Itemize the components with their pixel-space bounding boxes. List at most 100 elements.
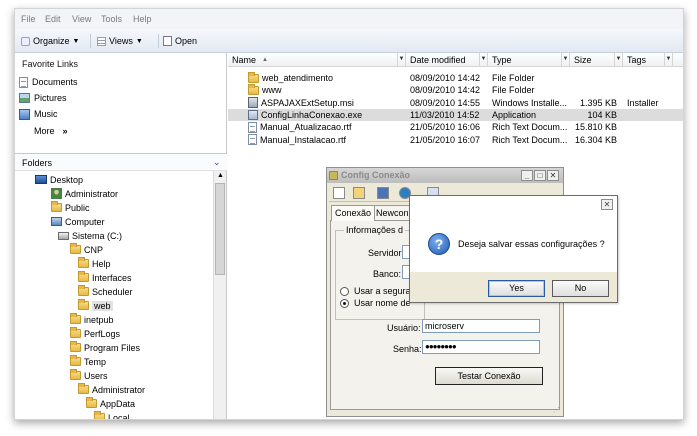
pictures-icon — [19, 93, 30, 103]
banco-label: Banco: — [373, 269, 402, 279]
favorite-documents[interactable]: Documents — [19, 75, 78, 89]
tree-item[interactable]: PerfLogs — [70, 327, 120, 340]
column-type[interactable]: Type ▼ — [488, 53, 570, 67]
column-size[interactable]: Size ▼ — [570, 53, 623, 67]
document-icon — [248, 121, 257, 133]
test-connection-button[interactable]: Testar Conexão — [435, 367, 543, 385]
tree-item[interactable]: Desktop — [35, 173, 83, 186]
file-tags: Installer — [627, 97, 659, 108]
menu-view[interactable]: View — [72, 14, 91, 24]
radio-sql-auth[interactable] — [340, 299, 349, 308]
close-button[interactable]: ✕ — [547, 170, 559, 181]
tree-item-label: Local — [108, 412, 130, 420]
folder-icon — [70, 313, 81, 324]
more-links[interactable]: More » — [34, 124, 68, 138]
column-date[interactable]: Date modified ▼ — [406, 53, 488, 67]
folder-icon — [70, 341, 81, 352]
tree-item-label: Interfaces — [92, 272, 132, 283]
file-row[interactable]: Manual_Instalacao.rtf 21/05/2010 16:07 Ric… — [228, 134, 683, 146]
open-button[interactable]: Open — [163, 34, 197, 48]
tree-item-label: AppData — [100, 398, 136, 409]
chevron-down-icon: ⌄ — [213, 157, 221, 167]
menu-bar: File Edit View Tools Help — [15, 9, 683, 29]
organize-button[interactable]: Organize ▼ — [21, 34, 79, 48]
chevron-down-icon: ▼ — [72, 37, 80, 45]
folders-header[interactable]: Folders ⌄ — [15, 153, 227, 171]
save-icon[interactable] — [377, 187, 389, 199]
menu-tools[interactable]: Tools — [101, 14, 122, 24]
favorite-label: Pictures — [34, 93, 67, 103]
tree-item[interactable]: Help — [78, 257, 111, 270]
file-name: ConfigLinhaConexao.exe — [261, 109, 363, 120]
column-dropdown-icon[interactable]: ▼ — [397, 53, 405, 66]
yes-button[interactable]: Yes — [488, 280, 545, 297]
column-label: Size — [574, 55, 592, 65]
file-date: 08/09/2010 14:55 — [410, 97, 481, 108]
tree-item[interactable]: Scheduler — [78, 285, 133, 298]
tree-item[interactable]: web — [78, 299, 113, 312]
views-button[interactable]: Views ▼ — [97, 34, 143, 48]
favorite-music[interactable]: Music — [19, 107, 58, 121]
menu-file[interactable]: File — [21, 14, 36, 24]
tree-item-label: Scheduler — [92, 286, 133, 297]
senha-field[interactable]: ●●●●●●●● — [422, 340, 540, 354]
user-icon — [51, 188, 62, 199]
file-row[interactable]: www 08/09/2010 14:42 File Folder — [228, 83, 683, 96]
new-icon[interactable] — [333, 187, 345, 199]
usuario-field[interactable]: microserv — [422, 319, 540, 333]
minimize-button[interactable]: _ — [521, 170, 533, 181]
tree-item[interactable]: Temp — [70, 355, 106, 368]
views-label: Views — [109, 36, 133, 46]
column-name[interactable]: Name ▲ ▼ — [228, 53, 406, 67]
tree-item[interactable]: Public — [51, 201, 90, 214]
folder-icon — [70, 355, 81, 366]
folder-icon — [78, 271, 89, 282]
column-dropdown-icon[interactable]: ▼ — [479, 53, 487, 66]
tree-item[interactable]: Computer — [51, 215, 105, 228]
menu-edit[interactable]: Edit — [45, 14, 61, 24]
tree-item[interactable]: AppData — [86, 397, 135, 410]
file-row[interactable]: ASPAJAXExtSetup.msi 08/09/2010 14:55 Windo… — [228, 97, 683, 109]
tree-item-label: Users — [84, 370, 108, 381]
radio-windows-auth[interactable] — [340, 287, 349, 296]
file-name: Manual_Atualizacao.rtf — [260, 122, 352, 133]
maximize-button[interactable]: □ — [534, 170, 546, 181]
favorite-pictures[interactable]: Pictures — [19, 91, 67, 105]
file-name: ASPAJAXExtSetup.msi — [261, 97, 354, 108]
tree-item[interactable]: Local — [94, 411, 130, 420]
scroll-up-icon[interactable]: ▲ — [217, 172, 224, 179]
tree-item-label: Computer — [65, 216, 105, 227]
tree-item[interactable]: Administrator — [78, 383, 145, 396]
toolbar-separator — [90, 34, 91, 48]
config-title-bar[interactable]: Config Conexão _ □ ✕ — [327, 168, 563, 183]
resize-grip-icon[interactable]: ⋰ — [553, 406, 560, 414]
column-dropdown-icon[interactable]: ▼ — [614, 53, 622, 66]
close-button[interactable]: ✕ — [601, 199, 613, 210]
tree-item-label: web — [92, 300, 113, 311]
chevron-down-icon: ▼ — [135, 37, 143, 45]
tree-item[interactable]: Program Files — [70, 341, 140, 354]
file-row[interactable]: Manual_Atualizacao.rtf 21/05/2010 16:06 Ri… — [228, 121, 683, 133]
column-dropdown-icon[interactable]: ▼ — [561, 53, 569, 66]
tree-item-label: PerfLogs — [84, 328, 121, 339]
tree-item-label: Temp — [84, 356, 107, 367]
open-folder-icon[interactable] — [353, 187, 365, 199]
scrollbar-thumb[interactable] — [215, 183, 225, 275]
tree-item[interactable]: Sistema (C:) — [58, 229, 122, 242]
file-row[interactable]: web_atendimento 08/09/2010 14:42 File Fold… — [228, 71, 683, 84]
tree-item[interactable]: Users — [70, 369, 108, 382]
tree-item[interactable]: Interfaces — [78, 271, 132, 284]
file-size: 16.304 KB — [574, 134, 617, 145]
tab-conexao[interactable]: Conexão — [331, 205, 376, 221]
tree-item[interactable]: Administrator — [51, 187, 118, 200]
no-button[interactable]: No — [552, 280, 609, 297]
tree-item[interactable]: inetpub — [70, 313, 114, 326]
file-row[interactable]: ConfigLinhaConexao.exe 11/03/2010 14:52 Ap… — [228, 108, 683, 121]
menu-help[interactable]: Help — [133, 14, 152, 24]
tree-scrollbar[interactable]: ▲ — [213, 171, 226, 419]
column-tags[interactable]: Tags ▼ — [623, 53, 673, 67]
folders-title: Folders — [22, 158, 53, 168]
column-dropdown-icon[interactable]: ▼ — [664, 53, 672, 66]
tab-newcon[interactable]: Newcon — [372, 205, 413, 221]
tree-item[interactable]: CNP — [70, 243, 103, 256]
